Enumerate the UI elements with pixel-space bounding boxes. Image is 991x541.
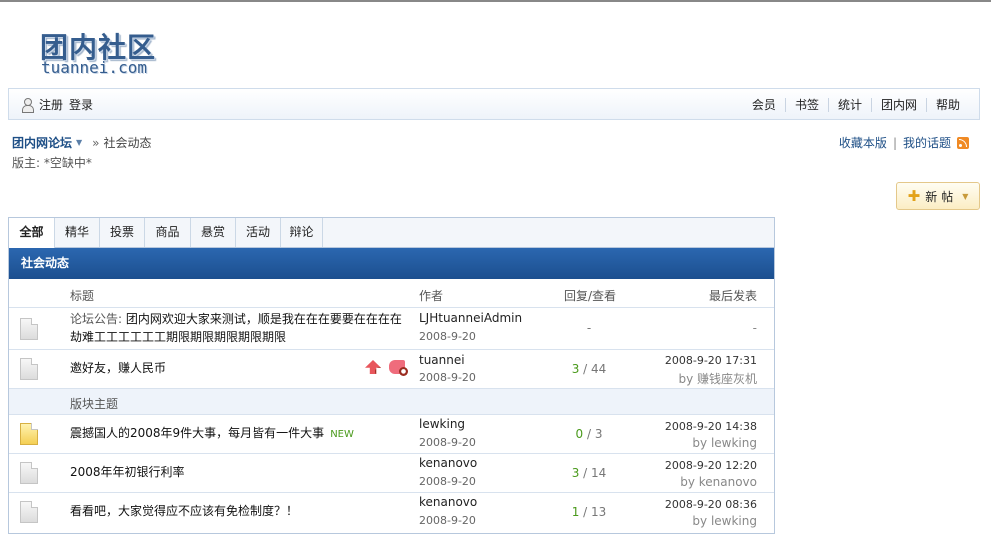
section-label: 版块主题 — [70, 397, 119, 411]
thread-list: 全部 精华 投票 商品 悬赏 活动 辩论 社会动态 标题 作者 回复/查看 最后… — [8, 217, 775, 534]
thread-author[interactable]: LJHtuanneiAdmin — [419, 311, 522, 325]
new-post-label: 新帖 — [925, 189, 958, 204]
last-post-time[interactable]: 2008-9-20 17:31 — [665, 354, 757, 367]
breadcrumb-separator: » — [92, 135, 100, 150]
nav-links: 会员 书签 统计 团内网 帮助 — [743, 98, 969, 112]
thread-stats: 3 / 44 — [529, 362, 649, 376]
stats-separator: / — [583, 427, 595, 441]
stats-separator: / — [579, 362, 592, 376]
view-count: 44 — [591, 362, 607, 376]
logo-domain-text: tuannei.com — [41, 58, 147, 77]
topic-icon — [20, 358, 38, 380]
hot-topic-icon — [20, 423, 38, 445]
topic-icon — [20, 462, 38, 484]
thread-title[interactable]: 震撼国人的2008年9件大事，每月皆有一件大事 NEW — [70, 424, 354, 444]
reward-badges: ● ● — [365, 360, 408, 376]
column-last-post: 最后发表 — [708, 289, 757, 303]
table-row: 2008年年初银行利率 kenanovo 2008-9-20 3 / 14 20… — [9, 454, 774, 493]
table-row: 论坛公告: 团内网欢迎大家来测试，顺是我在在在要要在在在在劫难工工工工工工期限期… — [9, 308, 774, 350]
tab-debate[interactable]: 辩论 — [281, 218, 323, 247]
column-subject: 标题 — [70, 289, 95, 303]
board-title: 社会动态 — [9, 248, 774, 279]
last-post-author[interactable]: by lewking — [692, 514, 757, 528]
new-badge: NEW — [330, 429, 354, 440]
thumbs-up-icon: ● — [365, 360, 381, 374]
nav-help[interactable]: 帮助 — [925, 98, 969, 112]
stats-separator: / — [579, 505, 592, 519]
new-post-button[interactable]: ✚ 新帖 ▼ — [896, 182, 980, 210]
nav-bookmarks[interactable]: 书签 — [784, 98, 828, 112]
thread-stats: 3 / 14 — [529, 466, 649, 480]
breadcrumb: 团内网论坛 ▼ » 社会动态 — [12, 134, 152, 151]
column-author: 作者 — [419, 289, 444, 303]
chevron-down-icon: ▼ — [962, 191, 969, 201]
nav-members[interactable]: 会员 — [743, 98, 785, 112]
nav-stats[interactable]: 统计 — [827, 98, 871, 112]
topic-icon — [20, 318, 38, 340]
favorite-board-link[interactable]: 收藏本版 — [839, 134, 887, 151]
my-topics-link[interactable]: 我的话题 — [903, 134, 951, 151]
thread-author[interactable]: lewking — [419, 417, 465, 431]
tab-reward[interactable]: 悬赏 — [191, 218, 236, 247]
rss-icon[interactable] — [957, 136, 969, 149]
table-row: 震撼国人的2008年9件大事，每月皆有一件大事 NEW lewking 2008-… — [9, 415, 774, 454]
table-row: 看看吧，大家觉得应不应该有免检制度？！ kenanovo 2008-9-20 1… — [9, 493, 774, 532]
plus-icon: ✚ — [907, 186, 921, 205]
column-headers: 标题 作者 回复/查看 最后发表 — [9, 279, 774, 308]
reply-count: 0 — [575, 427, 584, 441]
breadcrumb-forum-link[interactable]: 团内网论坛 — [12, 134, 72, 151]
thread-date: 2008-9-20 — [419, 475, 476, 488]
register-link[interactable]: 注册 — [39, 96, 63, 113]
thread-author[interactable]: tuannei — [419, 353, 465, 367]
last-post-author[interactable]: by lewking — [692, 436, 757, 450]
thread-title[interactable]: 2008年年初银行利率 — [70, 463, 185, 481]
view-count: 14 — [591, 466, 607, 480]
moderator-info: 版主: *空缺中* — [12, 156, 92, 170]
filter-tabs: 全部 精华 投票 商品 悬赏 活动 辩论 — [9, 218, 774, 248]
thread-title[interactable]: 看看吧，大家觉得应不应该有免检制度？！ — [70, 502, 298, 520]
thread-date: 2008-9-20 — [419, 436, 476, 449]
divider: | — [892, 135, 897, 150]
tab-trade[interactable]: 商品 — [145, 218, 191, 247]
thread-date: 2008-9-20 — [419, 330, 476, 343]
section-header: 版块主题 — [9, 389, 774, 415]
top-navigation-bar: 注册 登录 会员 书签 统计 团内网 帮助 — [8, 88, 980, 120]
tab-all[interactable]: 全部 — [9, 218, 55, 248]
site-logo[interactable]: 团内社区 tuannei.com — [38, 26, 173, 81]
thread-stats: - — [586, 321, 592, 335]
last-post-time[interactable]: 2008-9-20 12:20 — [665, 459, 757, 472]
last-post-author[interactable]: by 赚钱座灰机 — [678, 370, 757, 387]
last-post-author[interactable]: by kenanovo — [680, 475, 757, 489]
last-post: - — [752, 321, 757, 335]
chevron-down-icon[interactable]: ▼ — [76, 138, 82, 147]
login-link[interactable]: 登录 — [69, 96, 93, 113]
table-row: 邀好友，赚人民币 ● ● tuannei 2008-9-20 3 / 44 20… — [9, 350, 774, 389]
thread-author[interactable]: kenanovo — [419, 495, 477, 509]
last-post-time[interactable]: 2008-9-20 08:36 — [665, 498, 757, 511]
breadcrumb-current: 社会动态 — [103, 136, 152, 150]
board-actions: 收藏本版 | 我的话题 — [839, 134, 969, 151]
view-count: 13 — [591, 505, 607, 519]
tab-digest[interactable]: 精华 — [55, 218, 100, 247]
last-post-time[interactable]: 2008-9-20 14:38 — [665, 420, 757, 433]
user-icon — [21, 97, 34, 113]
thread-title[interactable]: 论坛公告: 团内网欢迎大家来测试，顺是我在在在要要在在在在劫难工工工工工工期限期… — [70, 310, 410, 346]
announcement-prefix: 论坛公告: — [70, 312, 123, 326]
thread-title-text[interactable]: 震撼国人的2008年9件大事，每月皆有一件大事 — [70, 426, 324, 440]
thread-date: 2008-9-20 — [419, 371, 476, 384]
nav-tuannei[interactable]: 团内网 — [870, 98, 926, 112]
topic-icon — [20, 501, 38, 523]
thread-stats: 0 / 3 — [529, 427, 649, 441]
thread-author[interactable]: kenanovo — [419, 456, 477, 470]
thread-title[interactable]: 邀好友，赚人民币 — [70, 359, 166, 377]
user-links: 注册 登录 — [21, 96, 93, 113]
thread-date: 2008-9-20 — [419, 514, 476, 527]
tab-poll[interactable]: 投票 — [100, 218, 145, 247]
thread-stats: 1 / 13 — [529, 505, 649, 519]
stats-separator: / — [579, 466, 592, 480]
view-count: 3 — [594, 427, 603, 441]
hand-icon: ● — [389, 360, 408, 376]
tab-activity[interactable]: 活动 — [236, 218, 281, 247]
column-stats: 回复/查看 — [564, 289, 617, 303]
